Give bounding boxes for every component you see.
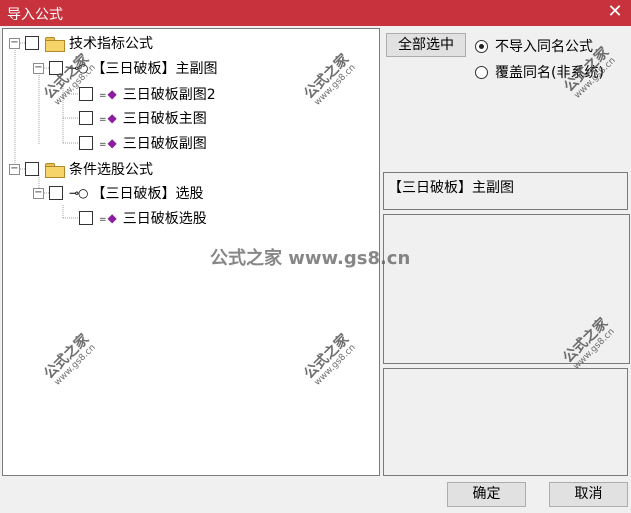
checkbox[interactable] — [79, 87, 93, 101]
ok-button[interactable]: 确定 — [447, 482, 526, 507]
collapse-icon[interactable]: − — [33, 187, 44, 199]
cancel-button[interactable]: 取消 — [549, 482, 628, 507]
key-icon: ⊸○ — [69, 186, 89, 200]
tree-item-label: 三日破板副图2 — [122, 87, 216, 103]
gem-icon: =◆ — [99, 111, 117, 125]
gem-icon: =◆ — [99, 136, 117, 150]
tree-item-label: 【三日破板】选股 — [91, 186, 204, 202]
radio-overwrite-duplicates[interactable]: 覆盖同名(非系统) — [475, 62, 604, 82]
gem-icon: =◆ — [99, 87, 117, 101]
radio-unselected-icon — [475, 65, 488, 79]
checkbox[interactable] — [79, 211, 93, 225]
checkbox[interactable] — [49, 186, 63, 200]
checkbox[interactable] — [49, 61, 63, 75]
collapse-icon[interactable]: − — [9, 37, 20, 49]
watermark: 公式之家 www.gs8.cn — [560, 315, 619, 374]
key-icon: ⊸○ — [69, 61, 89, 75]
tree-item-main-group[interactable]: − ⊸○ 【三日破板】主副图 — [33, 57, 218, 79]
tree-item-label: 三日破板副图 — [122, 136, 207, 152]
tree-item-label: 三日破板主图 — [122, 111, 207, 127]
folder-icon — [45, 36, 65, 52]
collapse-icon[interactable]: − — [33, 62, 44, 74]
close-icon[interactable]: ✕ — [607, 2, 623, 22]
tree-item-formula[interactable]: =◆ 三日破板主图 — [79, 107, 207, 129]
tree-item-indicator-folder[interactable]: − 技术指标公式 — [9, 32, 153, 54]
radio-label: 覆盖同名(非系统) — [495, 65, 604, 81]
tree-item-label: 条件选股公式 — [69, 162, 153, 178]
tree-item-label: 技术指标公式 — [69, 36, 153, 52]
formula-tree[interactable]: − 技术指标公式 − ⊸○ 【三日破板】主副图 =◆ 三日破板副图2 =◆ 三日… — [2, 28, 380, 476]
tree-item-label: 【三日破板】主副图 — [91, 61, 218, 77]
selected-formula-name: 【三日破板】主副图 — [388, 180, 514, 196]
options-area: 全部选中 不导入同名公式 覆盖同名(非系统) 公式之家 www.gs8.cn — [383, 28, 631, 168]
tree-item-label: 三日破板选股 — [122, 211, 207, 227]
checkbox[interactable] — [79, 111, 93, 125]
radio-label: 不导入同名公式 — [495, 39, 593, 55]
radio-selected-icon — [475, 39, 488, 53]
checkbox[interactable] — [79, 136, 93, 150]
folder-icon — [45, 162, 65, 178]
watermark-text: 公式之家 — [560, 315, 612, 367]
selected-formula-box: 【三日破板】主副图 — [383, 172, 628, 210]
radio-skip-duplicates[interactable]: 不导入同名公式 — [475, 36, 593, 56]
collapse-icon[interactable]: − — [9, 163, 20, 175]
watermark-url: www.gs8.cn — [571, 326, 617, 372]
description-box: 公式之家 www.gs8.cn — [383, 214, 630, 372]
gem-icon: =◆ — [99, 211, 117, 225]
checkbox[interactable] — [25, 162, 39, 176]
tree-item-stock-folder[interactable]: − 条件选股公式 — [9, 158, 153, 180]
title-bar: 导入公式 ✕ — [0, 0, 631, 26]
select-all-button[interactable]: 全部选中 — [386, 33, 466, 57]
tree-item-select-group[interactable]: − ⊸○ 【三日破板】选股 — [33, 182, 204, 204]
tree-item-formula[interactable]: =◆ 三日破板选股 — [79, 207, 207, 229]
tree-item-formula[interactable]: =◆ 三日破板副图 — [79, 132, 207, 154]
tree-item-formula[interactable]: =◆ 三日破板副图2 — [79, 83, 216, 105]
window-title: 导入公式 — [7, 7, 63, 23]
note-box — [383, 368, 628, 476]
checkbox[interactable] — [25, 36, 39, 50]
